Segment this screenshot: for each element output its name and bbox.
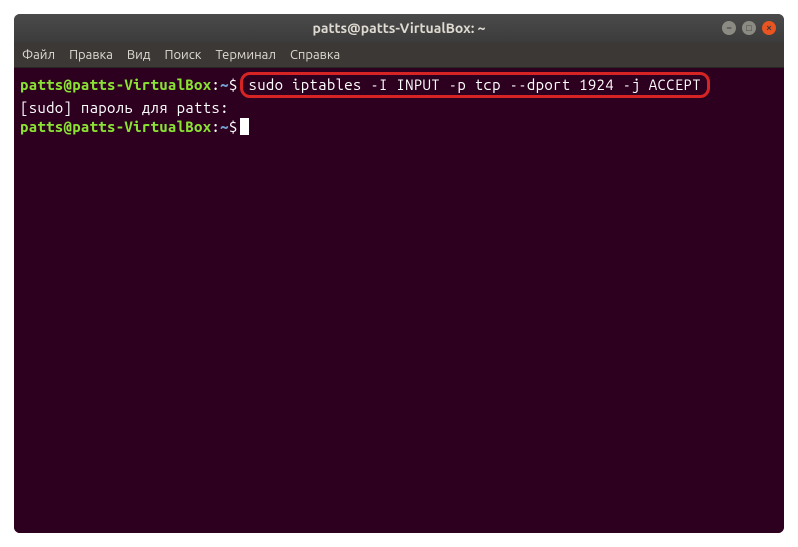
window-controls: − □ × bbox=[722, 21, 776, 35]
minimize-icon: − bbox=[726, 24, 731, 33]
prompt-dollar: $ bbox=[229, 117, 238, 137]
close-button[interactable]: × bbox=[762, 21, 776, 35]
terminal-line: [sudo] пароль для patts: bbox=[20, 98, 778, 118]
menu-search[interactable]: Поиск bbox=[164, 48, 201, 62]
prompt-path: ~ bbox=[220, 75, 229, 95]
command-highlight: sudo iptables -I INPUT -p tcp --dport 19… bbox=[240, 72, 710, 98]
cursor-icon bbox=[240, 118, 249, 135]
close-icon: × bbox=[766, 24, 771, 33]
titlebar: patts@patts-VirtualBox: ~ − □ × bbox=[14, 14, 784, 42]
prompt-separator: : bbox=[211, 75, 220, 95]
maximize-icon: □ bbox=[746, 24, 751, 33]
menu-terminal[interactable]: Терминал bbox=[215, 48, 275, 62]
sudo-prompt: [sudo] пароль для patts: bbox=[20, 98, 238, 118]
minimize-button[interactable]: − bbox=[722, 21, 736, 35]
prompt-separator: : bbox=[211, 117, 220, 137]
menu-view[interactable]: Вид bbox=[127, 48, 151, 62]
command-text: sudo iptables -I INPUT -p tcp --dport 19… bbox=[249, 76, 701, 93]
menu-file[interactable]: Файл bbox=[22, 48, 55, 62]
terminal-body[interactable]: patts@patts-VirtualBox:~$ sudo iptables … bbox=[14, 68, 784, 533]
menubar: Файл Правка Вид Поиск Терминал Справка bbox=[14, 42, 784, 68]
window-title: patts@patts-VirtualBox: ~ bbox=[313, 20, 486, 36]
terminal-window: patts@patts-VirtualBox: ~ − □ × Файл Пра… bbox=[14, 14, 784, 533]
menu-help[interactable]: Справка bbox=[290, 48, 340, 62]
prompt-user: patts@patts-VirtualBox bbox=[20, 75, 211, 95]
prompt-dollar: $ bbox=[229, 75, 238, 95]
terminal-line: patts@patts-VirtualBox:~$ bbox=[20, 117, 778, 137]
terminal-line: patts@patts-VirtualBox:~$ sudo iptables … bbox=[20, 72, 778, 98]
prompt-path: ~ bbox=[220, 117, 229, 137]
menu-edit[interactable]: Правка bbox=[69, 48, 113, 62]
maximize-button[interactable]: □ bbox=[742, 21, 756, 35]
prompt-user: patts@patts-VirtualBox bbox=[20, 117, 211, 137]
